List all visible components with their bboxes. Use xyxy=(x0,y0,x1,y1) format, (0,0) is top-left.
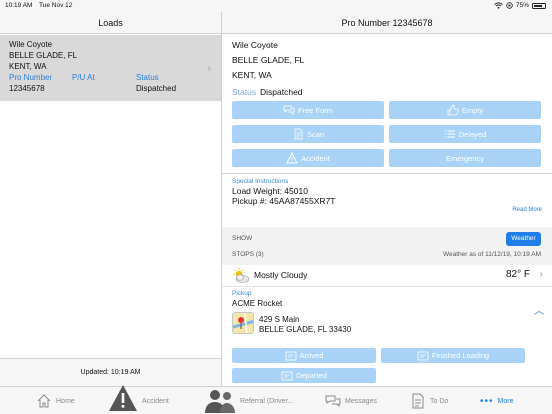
arrived-button[interactable]: Arrived xyxy=(232,348,376,363)
accident-button[interactable]: Accident xyxy=(232,149,384,167)
free-form-button[interactable]: Free Form xyxy=(232,101,384,119)
list-icon xyxy=(444,130,455,138)
tab-messages-label: Messages xyxy=(345,397,377,405)
form-icon xyxy=(285,351,297,360)
pro-number-label: Pro Number xyxy=(9,73,53,82)
pickup-number-text: Pickup #: 45AA87455XR7T xyxy=(232,196,336,206)
home-icon xyxy=(37,394,51,408)
tab-more-label: More xyxy=(497,397,514,405)
tab-more[interactable]: ••• More xyxy=(480,387,513,414)
finished-loading-button[interactable]: Finished Loading xyxy=(381,348,525,363)
arrived-label: Arrived xyxy=(299,351,324,360)
load-detail-pane: Pro Number 12345678 Wile Coyote BELLE GL… xyxy=(222,12,552,386)
chat-bubbles-icon xyxy=(325,395,341,408)
form-icon xyxy=(417,351,429,360)
tab-todo-label: To Do xyxy=(430,397,449,405)
load-origin: BELLE GLADE, FL xyxy=(9,51,78,60)
delayed-button[interactable]: Delayed xyxy=(389,125,541,143)
document-scan-icon xyxy=(294,128,303,140)
show-section xyxy=(222,227,552,265)
tab-home[interactable]: Home xyxy=(36,387,75,414)
chevron-right-icon: › xyxy=(207,63,211,74)
pickup-label: Pickup xyxy=(232,290,252,297)
document-icon xyxy=(412,393,424,409)
thumbs-up-icon xyxy=(447,104,459,116)
weather-row[interactable]: Mostly Cloudy 82° F › xyxy=(222,265,552,287)
battery-icon xyxy=(532,2,546,9)
people-icon xyxy=(205,390,235,413)
form-icon xyxy=(281,371,293,380)
detail-origin: BELLE GLADE, FL xyxy=(232,55,305,65)
show-label: SHOW xyxy=(232,235,253,242)
stops-label: STOPS (3) xyxy=(232,251,264,258)
map-icon[interactable] xyxy=(232,312,254,334)
empty-button[interactable]: Empty xyxy=(389,101,541,119)
weather-condition: Mostly Cloudy xyxy=(254,270,308,280)
detail-name: Wile Coyote xyxy=(232,40,278,50)
departed-label: Departed xyxy=(296,371,327,380)
detail-status-value: Dispatched xyxy=(260,87,303,97)
status-value: Dispatched xyxy=(136,84,177,93)
tab-todo[interactable]: To Do xyxy=(410,387,448,414)
read-more-link[interactable]: Read More xyxy=(512,207,542,213)
partly-cloudy-icon xyxy=(233,268,250,283)
tab-messages[interactable]: Messages xyxy=(325,387,377,414)
load-weight-text: Load Weight: 45010 xyxy=(232,186,308,196)
free-form-label: Free Form xyxy=(297,105,333,115)
more-dots-icon: ••• xyxy=(480,395,494,407)
chevron-right-icon: › xyxy=(539,269,543,280)
tab-home-label: Home xyxy=(56,397,75,405)
status-date: Tue Nov 12 xyxy=(39,2,73,9)
load-list-item[interactable]: Wile Coyote BELLE GLADE, FL KENT, WA Pro… xyxy=(0,35,221,101)
wifi-icon xyxy=(494,2,503,9)
special-instructions-label: Special Instructions xyxy=(232,178,289,185)
emergency-button[interactable]: Emergency xyxy=(389,149,541,167)
detail-title: Pro Number 12345678 xyxy=(222,12,552,34)
scan-button[interactable]: Scan xyxy=(232,125,384,143)
pu-at-label: P/U At xyxy=(72,73,95,82)
updated-timestamp: Updated: 10:19 AM xyxy=(0,358,221,386)
accident-label: Accident xyxy=(301,153,330,163)
status-bar: 10:19 AM Tue Nov 12 75% xyxy=(0,0,552,12)
chevron-up-icon[interactable]: ︿ xyxy=(534,302,544,317)
orientation-lock-icon xyxy=(506,2,513,9)
warning-triangle-icon xyxy=(286,152,298,164)
detail-destination: KENT, WA xyxy=(232,70,272,80)
status-time: 10:19 AM xyxy=(5,2,33,9)
system-indicators: 75% xyxy=(494,2,546,9)
divider xyxy=(222,173,552,174)
status-label: Status xyxy=(136,73,159,82)
loads-title: Loads xyxy=(0,12,221,34)
finished-loading-label: Finished Loading xyxy=(431,351,490,360)
scan-label: Scan xyxy=(306,129,325,139)
tab-accident[interactable]: Accident xyxy=(108,385,169,414)
delayed-label: Delayed xyxy=(458,129,487,139)
tab-accident-label: Accident xyxy=(142,397,169,405)
chat-bubbles-icon xyxy=(283,105,295,115)
weather-timestamp: Weather as of 11/12/19, 10:19 AM xyxy=(442,251,541,258)
weather-button[interactable]: Weather xyxy=(506,232,541,246)
empty-label: Empty xyxy=(461,105,484,115)
tab-referral[interactable]: Referral (Driver... xyxy=(204,387,293,414)
tab-bar: Home Accident Referral (Driver... Messag… xyxy=(0,385,552,414)
weather-temperature: 82° F xyxy=(505,269,530,280)
tab-referral-label: Referral (Driver... xyxy=(240,397,294,405)
detail-status-label: Status xyxy=(232,87,257,97)
pro-number-value: 12345678 xyxy=(9,84,45,93)
pickup-address-line1: 429 S Main xyxy=(259,315,300,324)
pickup-address-line2: BELLE GLADE, FL 33430 xyxy=(259,325,352,334)
emergency-label: Emergency xyxy=(446,153,484,163)
warning-triangle-icon xyxy=(109,385,137,411)
load-name: Wile Coyote xyxy=(9,40,53,49)
load-destination: KENT, WA xyxy=(9,62,47,71)
pickup-company: ACME Rocket xyxy=(232,299,283,308)
battery-percent: 75% xyxy=(515,2,529,9)
loads-pane: Loads Wile Coyote BELLE GLADE, FL KENT, … xyxy=(0,12,222,386)
departed-button[interactable]: Departed xyxy=(232,368,376,383)
